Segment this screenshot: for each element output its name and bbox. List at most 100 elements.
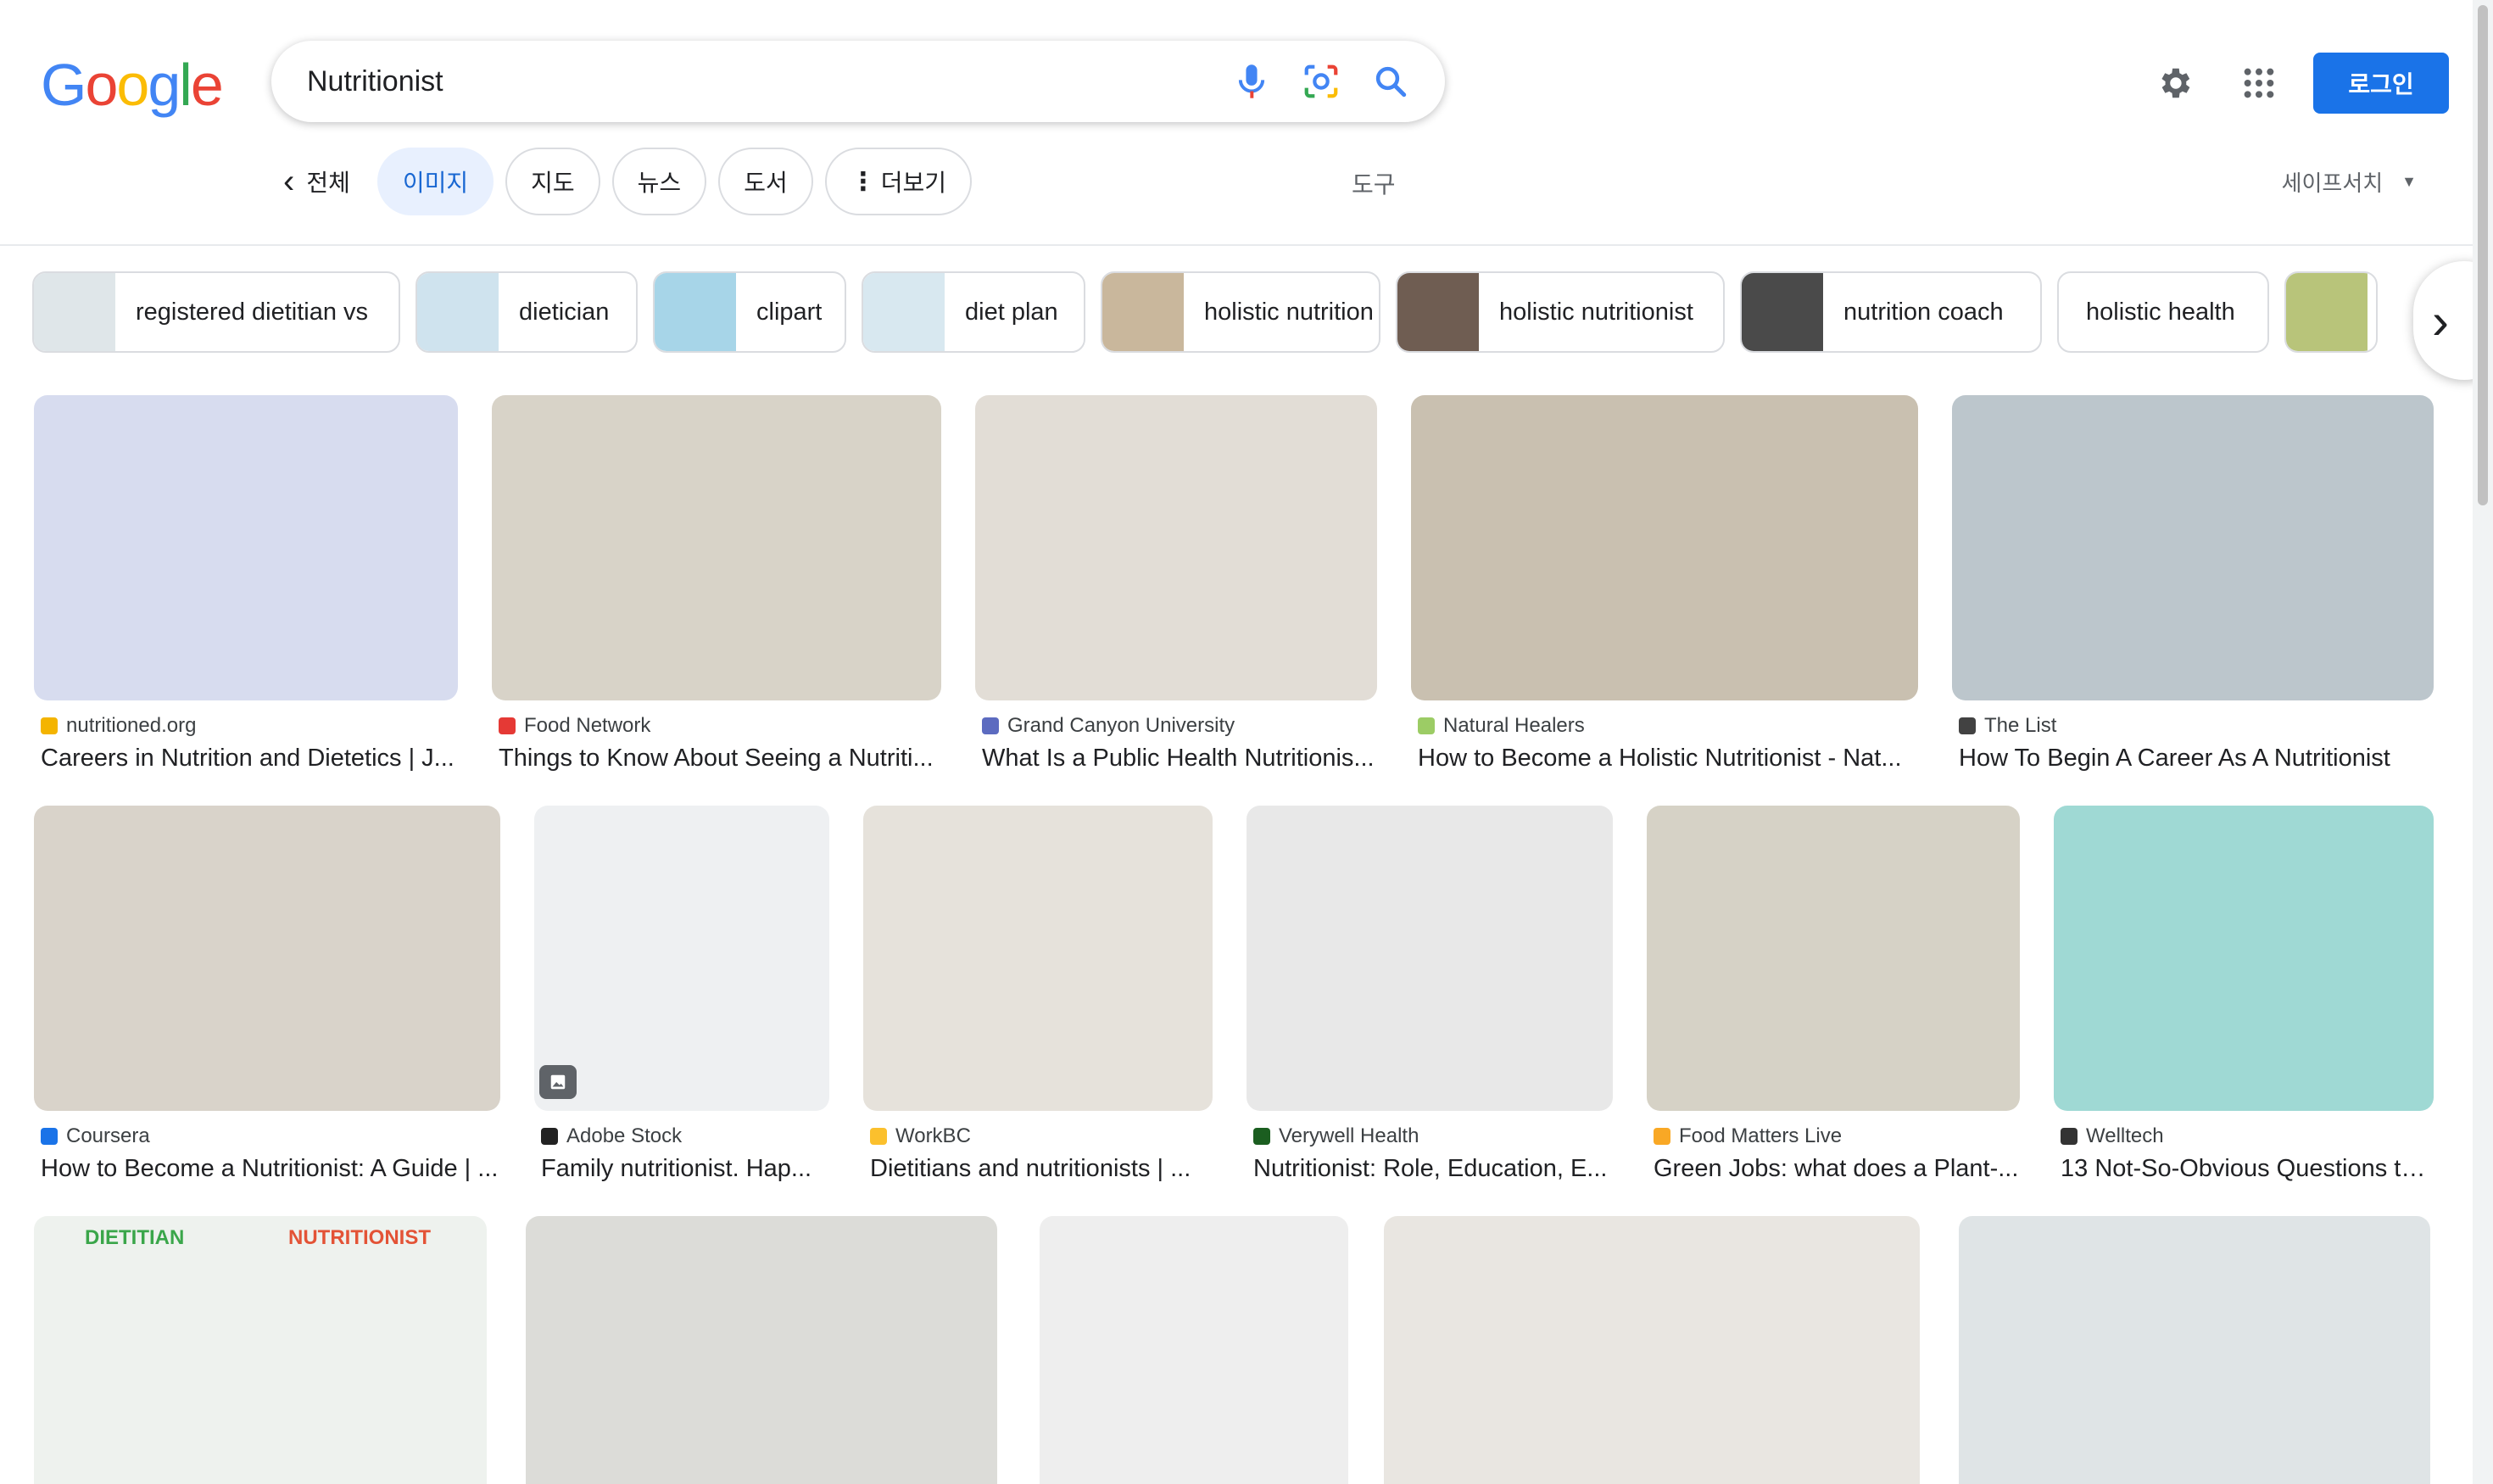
image-result-card[interactable]: Welltech 13 Not-So-Obvious Questions to..… bbox=[2054, 806, 2434, 1183]
related-searches: registered dietitian vs dietician clipart d… bbox=[32, 271, 2393, 353]
chevron-left-icon: ‹ bbox=[283, 163, 295, 200]
image-result-card[interactable]: Natural Healers How to Become a Holistic … bbox=[1411, 395, 1918, 773]
result-thumbnail[interactable] bbox=[34, 806, 500, 1111]
result-source[interactable]: Food Matters Live bbox=[1647, 1124, 2020, 1148]
image-result-card[interactable]: The List How To Begin A Career As A Nutri… bbox=[1952, 395, 2434, 773]
image-result-card[interactable]: Food Matters Live Green Jobs: what does a… bbox=[1647, 806, 2020, 1183]
result-thumbnail[interactable] bbox=[1959, 1216, 2430, 1484]
settings-gear-icon[interactable] bbox=[2144, 53, 2205, 114]
image-result-card[interactable]: Coursera How to Become a Nutritionist: A … bbox=[34, 806, 500, 1183]
related-chip[interactable]: holistic nutrition bbox=[1101, 271, 1380, 353]
favicon-icon bbox=[1959, 717, 1976, 734]
related-chip[interactable]: registered dietitian vs bbox=[32, 271, 400, 353]
result-source-name: Natural Healers bbox=[1443, 714, 1585, 737]
result-source[interactable]: Verywell Health bbox=[1246, 1124, 1613, 1148]
result-thumbnail[interactable] bbox=[1411, 395, 1918, 700]
tab-maps[interactable]: 지도 bbox=[505, 148, 600, 215]
result-source[interactable]: Food Network bbox=[492, 714, 941, 738]
related-chip[interactable]: nutrition coach bbox=[1740, 271, 2042, 353]
result-source-name: Grand Canyon University bbox=[1007, 714, 1235, 737]
result-thumbnail[interactable] bbox=[863, 806, 1213, 1111]
result-title[interactable]: Dietitians and nutritionists | ... bbox=[863, 1155, 1213, 1183]
google-logo[interactable]: Google bbox=[41, 52, 224, 118]
result-title[interactable]: How To Begin A Career As A Nutritionist bbox=[1952, 745, 2434, 773]
caret-down-icon: ▼ bbox=[2401, 173, 2417, 190]
result-title[interactable]: Nutritionist: Role, Education, E... bbox=[1246, 1155, 1613, 1183]
image-result-card[interactable]: Food Network Things to Know About Seeing … bbox=[492, 395, 941, 773]
related-chip[interactable]: clipart bbox=[653, 271, 846, 353]
logo-letter: e bbox=[190, 52, 224, 118]
image-result-card[interactable]: DIETITIAN NUTRITIONIST bbox=[34, 1216, 487, 1484]
microphone-icon[interactable] bbox=[1226, 56, 1277, 107]
result-thumbnail[interactable] bbox=[1647, 806, 2020, 1111]
image-result-card[interactable] bbox=[1959, 1216, 2430, 1484]
image-result-card[interactable]: Adobe Stock Family nutritionist. Hap... bbox=[534, 806, 829, 1183]
favicon-icon bbox=[982, 717, 999, 734]
image-badge-icon bbox=[539, 1065, 577, 1099]
logo-letter: G bbox=[41, 52, 86, 118]
result-title[interactable]: How to Become a Nutritionist: A Guide | … bbox=[34, 1155, 500, 1183]
result-thumbnail[interactable] bbox=[534, 806, 829, 1111]
header-divider bbox=[0, 244, 2473, 246]
tab-images[interactable]: 이미지 bbox=[376, 148, 494, 215]
related-chip[interactable]: dietician bbox=[416, 271, 638, 353]
scrollbar-thumb[interactable] bbox=[2478, 5, 2488, 505]
result-title[interactable]: Family nutritionist. Hap... bbox=[534, 1155, 829, 1183]
lens-camera-icon[interactable] bbox=[1296, 56, 1347, 107]
image-result-card[interactable]: WorkBC Dietitians and nutritionists | ... bbox=[863, 806, 1213, 1183]
result-thumbnail[interactable] bbox=[1246, 806, 1613, 1111]
result-thumbnail[interactable] bbox=[1040, 1216, 1348, 1484]
search-icon[interactable] bbox=[1365, 56, 1416, 107]
result-title[interactable]: Green Jobs: what does a Plant-... bbox=[1647, 1155, 2020, 1183]
image-result-card[interactable] bbox=[526, 1216, 997, 1484]
related-chip[interactable]: holistic health bbox=[2057, 271, 2269, 353]
result-thumbnail[interactable] bbox=[1384, 1216, 1920, 1484]
result-thumbnail[interactable] bbox=[34, 395, 458, 700]
related-chip-thumbnail bbox=[417, 273, 499, 351]
favicon-icon bbox=[2061, 1128, 2078, 1145]
image-result-card[interactable]: nutritioned.org Careers in Nutrition and … bbox=[34, 395, 458, 773]
result-source[interactable]: Grand Canyon University bbox=[975, 714, 1377, 738]
result-source[interactable]: WorkBC bbox=[863, 1124, 1213, 1148]
favicon-icon bbox=[1418, 717, 1435, 734]
result-source[interactable]: Coursera bbox=[34, 1124, 500, 1148]
result-source[interactable]: Natural Healers bbox=[1411, 714, 1918, 738]
result-thumbnail[interactable] bbox=[975, 395, 1377, 700]
result-thumbnail[interactable] bbox=[1952, 395, 2434, 700]
image-result-card[interactable]: Verywell Health Nutritionist: Role, Educa… bbox=[1246, 806, 1613, 1183]
result-source[interactable]: Welltech bbox=[2054, 1124, 2434, 1148]
more-vert-icon: ⋮ bbox=[850, 167, 876, 196]
tab-more[interactable]: ⋮ 더보기 bbox=[824, 148, 973, 215]
related-chip[interactable]: diet plan bbox=[862, 271, 1085, 353]
scrollbar[interactable] bbox=[2473, 0, 2493, 1484]
result-thumbnail[interactable] bbox=[2054, 806, 2434, 1111]
tab-books[interactable]: 도서 bbox=[718, 148, 813, 215]
result-title[interactable]: How to Become a Holistic Nutritionist - … bbox=[1411, 745, 1918, 773]
safesearch-dropdown[interactable]: 세이프서치 ▼ bbox=[2282, 166, 2417, 198]
login-button[interactable]: 로그인 bbox=[2313, 53, 2449, 114]
result-thumbnail[interactable] bbox=[526, 1216, 997, 1484]
related-chip-thumbnail bbox=[1397, 273, 1479, 351]
apps-grid-icon[interactable] bbox=[2228, 53, 2289, 114]
result-title[interactable]: 13 Not-So-Obvious Questions to... bbox=[2054, 1155, 2434, 1183]
result-thumbnail[interactable]: DIETITIAN NUTRITIONIST bbox=[34, 1216, 487, 1484]
result-source[interactable]: Adobe Stock bbox=[534, 1124, 829, 1148]
search-input[interactable]: Nutritionist bbox=[307, 65, 1226, 98]
result-source[interactable]: nutritioned.org bbox=[34, 714, 458, 738]
tools-button[interactable]: 도구 bbox=[1352, 166, 1396, 200]
related-chip[interactable] bbox=[2284, 271, 2378, 353]
search-box[interactable]: Nutritionist bbox=[271, 41, 1445, 122]
tab-all[interactable]: ‹ 전체 bbox=[283, 165, 350, 198]
image-result-card[interactable]: Grand Canyon University What Is a Public … bbox=[975, 395, 1377, 773]
result-source[interactable]: The List bbox=[1952, 714, 2434, 738]
result-title[interactable]: Careers in Nutrition and Dietetics | J..… bbox=[34, 745, 458, 773]
related-chip[interactable]: holistic nutritionist bbox=[1396, 271, 1725, 353]
image-result-card[interactable] bbox=[1384, 1216, 1920, 1484]
result-source-name: Food Matters Live bbox=[1679, 1124, 1843, 1147]
result-title[interactable]: What Is a Public Health Nutritionis... bbox=[975, 745, 1377, 773]
result-thumbnail[interactable] bbox=[492, 395, 941, 700]
result-title[interactable]: Things to Know About Seeing a Nutriti... bbox=[492, 745, 941, 773]
related-chip-label: registered dietitian vs bbox=[136, 298, 369, 326]
image-result-card[interactable] bbox=[1040, 1216, 1348, 1484]
tab-news[interactable]: 뉴스 bbox=[611, 148, 707, 215]
